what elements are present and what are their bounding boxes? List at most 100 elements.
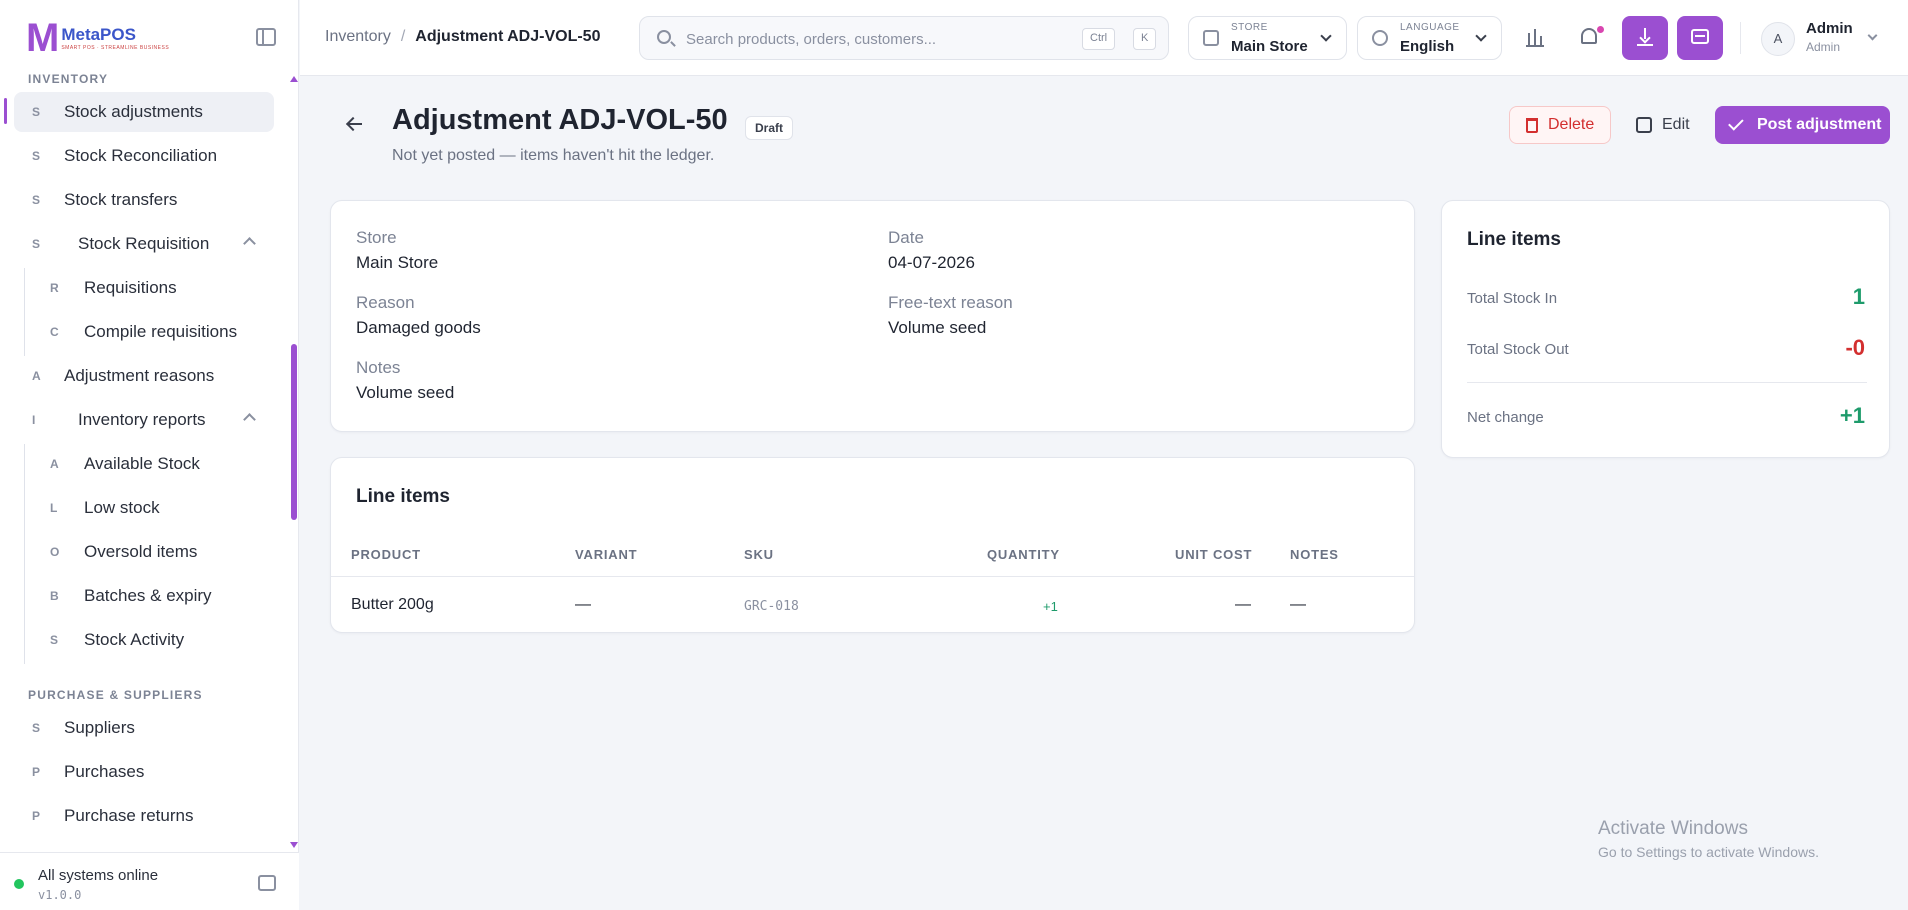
watermark-title: Activate Windows xyxy=(1598,818,1748,839)
nav-letter: A xyxy=(32,369,41,383)
sidebar-item-compile-requisitions[interactable]: C Compile requisitions xyxy=(26,312,274,352)
sidebar-item-label: Suppliers xyxy=(64,718,135,737)
header-divider xyxy=(1740,22,1741,54)
line-items-title: Line items xyxy=(356,486,450,507)
line-items-card: Line items PRODUCT VARIANT SKU QUANTITY … xyxy=(330,457,1415,633)
notifications-button[interactable] xyxy=(1567,16,1611,60)
date-value: 04-07-2026 xyxy=(888,253,975,272)
delete-button[interactable]: Delete xyxy=(1509,106,1611,144)
chevron-down-icon[interactable] xyxy=(1867,30,1878,41)
search-input[interactable] xyxy=(686,29,1046,49)
cell-product: Butter 200g xyxy=(351,596,434,613)
sidebar-item-stock-reconciliation[interactable]: S Stock Reconciliation xyxy=(14,136,274,176)
pos-terminal-button[interactable] xyxy=(1677,16,1723,60)
sidebar-item-suppliers[interactable]: S Suppliers xyxy=(14,708,274,748)
sidebar-group-inventory-reports[interactable]: I Inventory reports xyxy=(14,400,274,440)
chevron-up-icon xyxy=(243,413,256,426)
scroll-up-icon[interactable] xyxy=(290,76,298,82)
sidebar-item-stock-transfers[interactable]: S Stock transfers xyxy=(14,180,274,220)
sidebar-item-label: Purchase returns xyxy=(64,806,194,825)
summary-title: Line items xyxy=(1467,229,1561,250)
column-header-unit-cost: UNIT COST xyxy=(1175,547,1253,562)
trash-icon xyxy=(1526,117,1538,133)
store-label: Store xyxy=(356,228,397,247)
sidebar-scrollbar[interactable] xyxy=(291,344,297,520)
sidebar-item-stock-adjustments[interactable]: S Stock adjustments xyxy=(14,92,274,132)
nav-letter: A xyxy=(50,457,59,471)
reports-button[interactable] xyxy=(1512,16,1556,60)
nav-letter: R xyxy=(50,281,59,295)
sidebar-item-label: Stock Activity xyxy=(84,630,185,649)
breadcrumb: Inventory / Adjustment ADJ-VOL-50 xyxy=(325,28,600,46)
submenu-guide-line xyxy=(24,444,25,664)
sidebar-item-available-stock[interactable]: A Available Stock xyxy=(26,444,274,484)
avatar[interactable]: A xyxy=(1761,22,1795,56)
post-adjustment-label: Post adjustment xyxy=(1757,116,1882,133)
breadcrumb-inventory[interactable]: Inventory xyxy=(325,28,391,46)
sidebar-item-adjustment-reasons[interactable]: A Adjustment reasons xyxy=(14,356,274,396)
globe-icon xyxy=(1372,30,1388,46)
total-stock-out-value: -0 xyxy=(1845,335,1865,360)
nav-letter: S xyxy=(32,149,41,163)
sidebar-item-label: Compile requisitions xyxy=(84,322,238,341)
logo-mark-icon: M xyxy=(26,16,60,60)
download-icon xyxy=(1637,28,1653,46)
sidebar-item-label: Stock Reconciliation xyxy=(64,146,218,165)
nav-letter: C xyxy=(50,325,59,339)
chevron-down-icon xyxy=(1475,30,1487,42)
edit-button[interactable]: Edit xyxy=(1626,106,1702,144)
notes-value: Volume seed xyxy=(356,383,455,402)
windows-activation-watermark: Activate Windows Go to Settings to activ… xyxy=(1598,818,1819,860)
column-header-variant: VARIANT xyxy=(575,547,638,562)
breadcrumb-current: Adjustment ADJ-VOL-50 xyxy=(415,28,601,45)
global-search[interactable]: Ctrl K xyxy=(639,16,1169,60)
app-logo[interactable]: M MetaPOS SMART POS · STREAMLINE BUSINES… xyxy=(26,18,169,58)
language-selector[interactable]: LANGUAGE English xyxy=(1357,16,1502,60)
sidebar-item-label: Stock Requisition xyxy=(78,234,210,253)
sidebar-item-low-stock[interactable]: L Low stock xyxy=(26,488,274,528)
back-arrow-icon[interactable] xyxy=(346,116,362,132)
kbd-k: K xyxy=(1133,28,1157,50)
search-icon xyxy=(657,30,671,44)
chevron-up-icon xyxy=(243,237,256,250)
summary-divider xyxy=(1467,382,1867,383)
sidebar-item-label: Adjustment reasons xyxy=(64,366,215,385)
top-bar: Inventory / Adjustment ADJ-VOL-50 Ctrl K… xyxy=(300,0,1908,76)
sidebar-item-oversold-items[interactable]: O Oversold items xyxy=(26,532,274,572)
cell-unit-cost: — xyxy=(1235,596,1251,613)
net-change-label: Net change xyxy=(1467,409,1544,426)
nav-letter: O xyxy=(50,545,60,559)
column-header-notes: NOTES xyxy=(1290,547,1339,562)
reason-label: Reason xyxy=(356,293,415,312)
total-stock-in-label: Total Stock In xyxy=(1467,290,1558,307)
total-stock-out-label: Total Stock Out xyxy=(1467,341,1569,358)
bell-icon xyxy=(1581,28,1597,44)
sidebar-item-stock-activity[interactable]: S Stock Activity xyxy=(26,620,274,660)
edit-icon xyxy=(1636,117,1652,133)
sidebar-collapse-icon[interactable] xyxy=(256,28,276,46)
sidebar-item-purchases[interactable]: P Purchases xyxy=(14,752,274,792)
sidebar-item-requisitions[interactable]: R Requisitions xyxy=(26,268,274,308)
sidebar-item-label: Inventory reports xyxy=(78,410,206,429)
cell-sku: GRC-018 xyxy=(744,599,799,614)
sidebar: M MetaPOS SMART POS · STREAMLINE BUSINES… xyxy=(0,0,299,910)
post-adjustment-button[interactable]: Post adjustment xyxy=(1715,106,1890,144)
download-button[interactable] xyxy=(1622,16,1668,60)
status-badge: Draft xyxy=(745,116,794,140)
user-name[interactable]: Admin xyxy=(1806,20,1853,37)
system-status: All systems online v1.0.0 xyxy=(0,852,299,910)
notes-label: Notes xyxy=(356,358,401,377)
watermark-subtitle: Go to Settings to activate Windows. xyxy=(1598,844,1819,860)
store-selector[interactable]: STORE Main Store xyxy=(1188,16,1347,60)
sidebar-group-stock-requisition[interactable]: S Stock Requisition xyxy=(14,224,274,264)
delete-button-label: Delete xyxy=(1548,116,1595,133)
sidebar-item-batches-expiry[interactable]: B Batches & expiry xyxy=(26,576,274,616)
sidebar-item-label: Requisitions xyxy=(84,278,177,297)
scroll-down-icon[interactable] xyxy=(290,842,298,848)
sidebar-item-purchase-returns[interactable]: P Purchase returns xyxy=(14,796,274,836)
sidebar-collapse-icon[interactable] xyxy=(258,875,276,891)
active-indicator xyxy=(4,98,7,124)
status-online-icon xyxy=(14,879,24,889)
column-header-sku: SKU xyxy=(744,547,774,562)
status-label: All systems online xyxy=(38,867,159,884)
